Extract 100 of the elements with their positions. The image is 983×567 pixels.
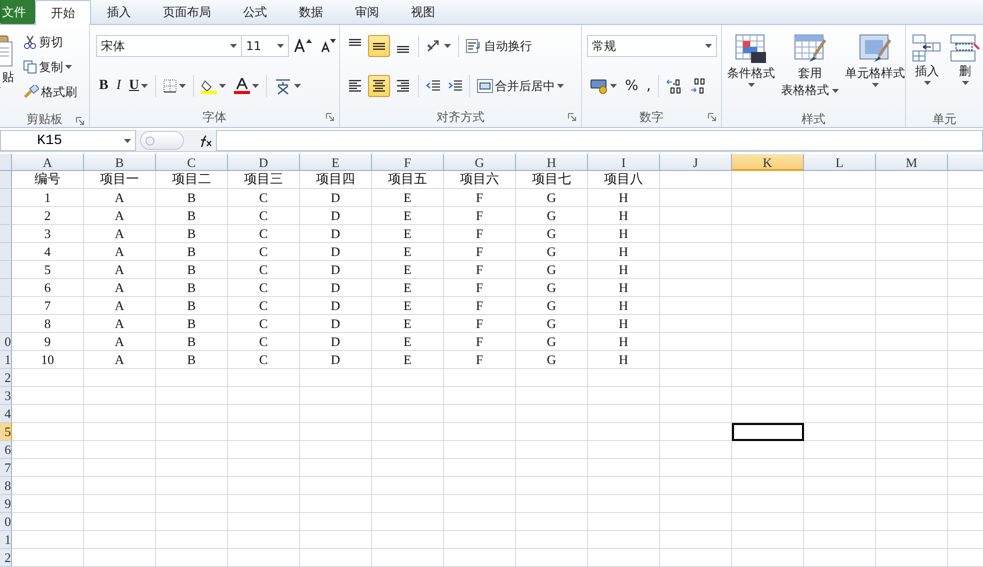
empty-cell[interactable]: [156, 549, 228, 567]
empty-cell[interactable]: [516, 495, 588, 513]
empty-cell[interactable]: [156, 513, 228, 531]
empty-cell[interactable]: [516, 549, 588, 567]
empty-cell[interactable]: [516, 477, 588, 495]
number-format-dropdown[interactable]: 常规: [587, 35, 717, 57]
empty-cell[interactable]: [156, 477, 228, 495]
row-header[interactable]: 7: [0, 459, 12, 477]
empty-cell[interactable]: [804, 261, 876, 279]
empty-cell[interactable]: [660, 189, 732, 207]
row-header[interactable]: 9: [0, 495, 12, 513]
empty-cell[interactable]: [804, 441, 876, 459]
empty-cell[interactable]: [156, 531, 228, 549]
empty-cell[interactable]: [804, 405, 876, 423]
empty-cell[interactable]: [732, 171, 804, 189]
empty-cell[interactable]: [372, 459, 444, 477]
empty-cell[interactable]: [804, 549, 876, 567]
empty-cell[interactable]: [228, 405, 300, 423]
ribbon-tab[interactable]: 页面布局: [147, 0, 227, 24]
empty-cell[interactable]: [660, 531, 732, 549]
empty-cell[interactable]: [804, 513, 876, 531]
empty-cell[interactable]: [444, 459, 516, 477]
empty-cell[interactable]: [660, 351, 732, 369]
empty-cell[interactable]: [228, 513, 300, 531]
empty-cell[interactable]: [588, 495, 660, 513]
empty-cell[interactable]: [300, 459, 372, 477]
empty-cell[interactable]: [300, 405, 372, 423]
empty-cell[interactable]: [300, 531, 372, 549]
column-header[interactable]: A: [12, 154, 84, 171]
ribbon-tab[interactable]: 数据: [283, 0, 339, 24]
empty-cell[interactable]: [84, 369, 156, 387]
empty-cell[interactable]: [732, 459, 804, 477]
row-header[interactable]: 0: [0, 333, 12, 351]
empty-cell[interactable]: [732, 315, 804, 333]
empty-cell[interactable]: [228, 441, 300, 459]
empty-cell[interactable]: [84, 477, 156, 495]
empty-cell[interactable]: [732, 477, 804, 495]
row-header[interactable]: 4: [0, 405, 12, 423]
empty-cell[interactable]: [300, 369, 372, 387]
empty-cell[interactable]: [660, 333, 732, 351]
empty-cell[interactable]: [84, 495, 156, 513]
empty-cell[interactable]: [804, 459, 876, 477]
column-header[interactable]: G: [444, 154, 516, 171]
empty-cell[interactable]: [444, 549, 516, 567]
row-header[interactable]: 2: [0, 549, 12, 567]
center-align-button[interactable]: [368, 75, 390, 97]
empty-cell[interactable]: [660, 279, 732, 297]
empty-cell[interactable]: [804, 315, 876, 333]
empty-cell[interactable]: [372, 441, 444, 459]
column-header[interactable]: [948, 154, 983, 171]
empty-cell[interactable]: [732, 207, 804, 225]
empty-cell[interactable]: [804, 333, 876, 351]
empty-cell[interactable]: [228, 549, 300, 567]
cut-button[interactable]: 剪切: [20, 31, 80, 53]
row-header[interactable]: [0, 225, 12, 243]
empty-cell[interactable]: [84, 549, 156, 567]
ribbon-tab[interactable]: 公式: [227, 0, 283, 24]
empty-cell[interactable]: [804, 171, 876, 189]
empty-cell[interactable]: [588, 423, 660, 441]
row-header[interactable]: [0, 279, 12, 297]
empty-cell[interactable]: [804, 279, 876, 297]
column-header[interactable]: H: [516, 154, 588, 171]
empty-cell[interactable]: [444, 405, 516, 423]
empty-cell[interactable]: [300, 441, 372, 459]
empty-cell[interactable]: [588, 441, 660, 459]
insert-button[interactable]: 插入: [910, 31, 944, 111]
active-cell[interactable]: [732, 423, 804, 441]
empty-cell[interactable]: [588, 405, 660, 423]
empty-cell[interactable]: [228, 459, 300, 477]
empty-cell[interactable]: [444, 495, 516, 513]
empty-cell[interactable]: [732, 495, 804, 513]
empty-cell[interactable]: [732, 441, 804, 459]
empty-cell[interactable]: [732, 225, 804, 243]
wrap-text-button[interactable]: 自动换行: [463, 36, 535, 56]
empty-cell[interactable]: [804, 387, 876, 405]
row-header[interactable]: [0, 261, 12, 279]
empty-cell[interactable]: [372, 549, 444, 567]
empty-cell[interactable]: [588, 549, 660, 567]
empty-cell[interactable]: [156, 495, 228, 513]
empty-cell[interactable]: [660, 171, 732, 189]
column-header[interactable]: M: [876, 154, 948, 171]
column-header[interactable]: K: [732, 154, 804, 171]
empty-cell[interactable]: [228, 423, 300, 441]
underline-button[interactable]: U: [126, 76, 152, 96]
column-header[interactable]: E: [300, 154, 372, 171]
empty-cell[interactable]: [444, 369, 516, 387]
middle-align-button[interactable]: [368, 35, 390, 57]
empty-cell[interactable]: [732, 261, 804, 279]
ribbon-tab[interactable]: 文件: [0, 0, 35, 24]
empty-cell[interactable]: [300, 477, 372, 495]
empty-cell[interactable]: [228, 477, 300, 495]
empty-cell[interactable]: [588, 477, 660, 495]
empty-cell[interactable]: [516, 369, 588, 387]
empty-cell[interactable]: [804, 495, 876, 513]
row-header[interactable]: 3: [0, 387, 12, 405]
conditional-format-button[interactable]: 条件格式: [725, 31, 777, 111]
empty-cell[interactable]: [732, 243, 804, 261]
empty-cell[interactable]: [660, 477, 732, 495]
empty-cell[interactable]: [300, 423, 372, 441]
empty-cell[interactable]: [660, 243, 732, 261]
